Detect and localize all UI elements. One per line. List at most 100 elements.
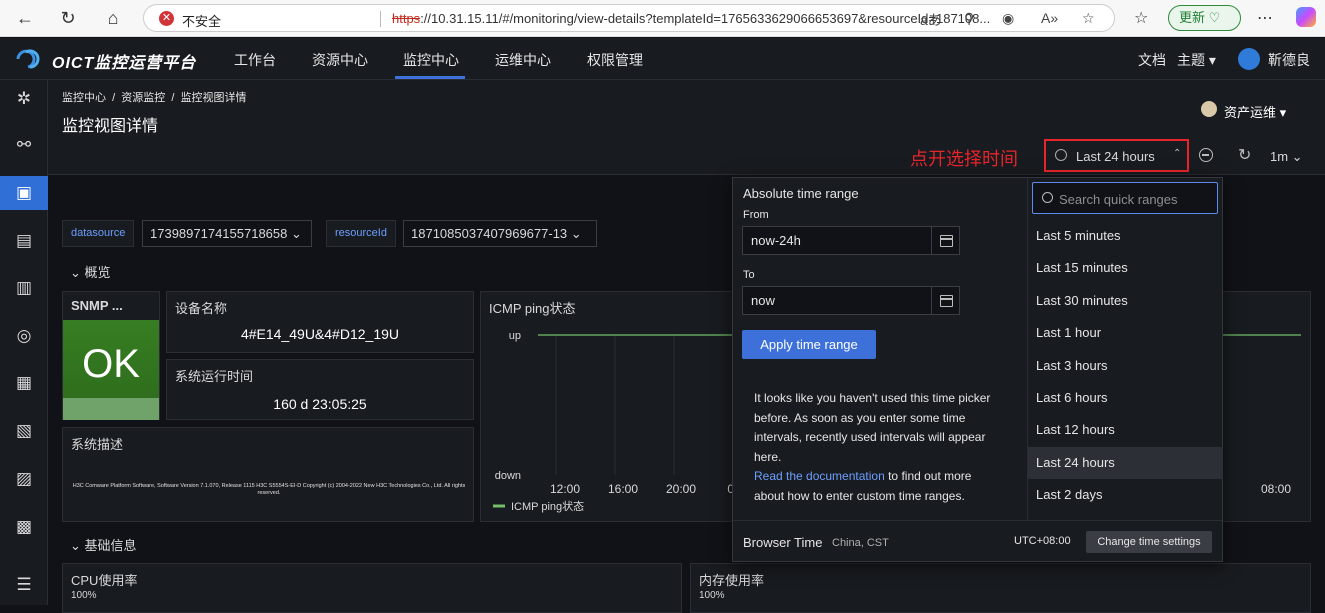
role-avatar [1201,101,1217,117]
to-input[interactable]: now [742,286,932,315]
refresh-icon[interactable]: ↻ [1238,145,1251,165]
zoom-icon[interactable]: ⚲ [964,10,974,27]
left-sidebar: ✲ ⚯ ▣ ▤ ▥ ◎ ▦ ▧ ▨ ▩ ☰ [0,80,48,605]
home-icon[interactable]: ⌂ [100,5,126,31]
time-range-button[interactable]: Last 24 hours ⌃ [1044,139,1189,172]
quick-range-item[interactable]: Last 12 hours [1028,414,1223,446]
row-title: 概览 [84,265,111,280]
nav-workbench[interactable]: 工作台 [234,50,276,70]
quick-range-item[interactable]: Last 15 minutes [1028,252,1223,284]
documentation-link[interactable]: Read the documentation [754,469,885,483]
logo-icon [16,49,40,69]
role-dropdown[interactable]: 资产运维 ▾ [1224,102,1286,121]
row-basic-info[interactable]: ⌄ 基础信息 [70,535,137,554]
favorite-star-icon[interactable]: ☆ [1082,10,1095,27]
quick-ranges-section: Last 5 minutesLast 15 minutesLast 30 min… [1027,178,1223,520]
quick-range-item[interactable]: Last 2 days [1028,479,1223,511]
more-menu-icon[interactable]: ⋯ [1257,8,1273,28]
variable-select-resourceid[interactable]: 1871085037407969677-13 ⌄ [403,220,597,247]
page-header: 监控中心 / 资源监控 / 监控视图详情 监控视图详情 资产运维 ▾ 点开选择时… [48,80,1325,175]
quick-range-item[interactable]: Last 1 hour [1028,317,1223,349]
system-description-value: H3C Comware Platform Software, Software … [72,483,466,496]
not-secure-label: 不安全 [182,14,222,29]
x-tick-label: 16:00 [608,482,638,496]
breadcrumb: 监控中心 / 资源监控 / 监控视图详情 [62,92,247,104]
report-icon[interactable]: ▥ [0,271,48,305]
nav-resources[interactable]: 资源中心 [312,50,368,70]
chevron-up-icon: ⌃ [1173,148,1182,159]
favorites-icon[interactable]: ☆ [1134,8,1148,28]
chart-board-icon[interactable]: ▤ [0,224,48,258]
address-bar[interactable]: ✕ 不安全 https://10.31.15.11/#/monitoring/v… [143,4,1115,32]
row-overview[interactable]: ⌄ 概览 [70,262,111,281]
zoom-out-icon[interactable] [1199,148,1213,162]
search-input[interactable] [1059,189,1209,209]
panel-title: 内存使用率 [699,573,765,588]
gear-icon[interactable]: ✲ [0,82,48,116]
row-title: 基础信息 [84,538,137,553]
panel-title: 设备名称 [175,301,228,316]
time-picker-popup: Absolute time range From now-24h To now … [732,177,1223,562]
docs-link[interactable]: 文档 [1138,50,1166,70]
quick-range-item[interactable]: Last 30 minutes [1028,285,1223,317]
variable-select-datasource[interactable]: 1739897174155718658 ⌄ [142,220,312,247]
theme-dropdown[interactable]: 主题 ▾ [1177,50,1216,70]
nav-permissions[interactable]: 权限管理 [587,50,643,70]
read-mode-icon[interactable]: A» [1041,10,1058,26]
quick-range-item[interactable]: Last 3 hours [1028,350,1223,382]
breadcrumb-item[interactable]: 资源监控 [121,92,165,104]
user-name[interactable]: 靳德良 [1268,50,1310,70]
quick-range-search[interactable] [1032,182,1218,214]
share-icon[interactable]: ⚯ [0,128,48,162]
apply-time-range-button[interactable]: Apply time range [742,330,876,359]
nav-monitoring[interactable]: 监控中心 [403,50,459,70]
mem-partial-value: 100% [699,590,725,601]
active-nav-indicator [395,76,465,79]
url-path: ://10.31.15.11/#/monitoring/view-details… [420,11,991,26]
update-label: 更新 [1179,10,1206,25]
url-text[interactable]: https://10.31.15.11/#/monitoring/view-de… [392,11,1052,26]
read-aloud-icon[interactable]: aあ [920,10,942,30]
nav-operations[interactable]: 运维中心 [495,50,551,70]
edge-sync-icon[interactable]: ◉ [1002,10,1014,27]
interval-label: 1m [1270,149,1289,164]
quick-range-item[interactable]: Last 24 hours [1028,446,1223,479]
quick-range-item[interactable]: Last 6 hours [1028,382,1223,414]
breadcrumb-item[interactable]: 监控中心 [62,92,106,104]
device-name-value: 4#E14_49U&4#D12_19U [240,326,399,342]
breadcrumb-item: 监控视图详情 [180,92,247,104]
calendar-icon[interactable] [931,286,960,315]
calendar-icon[interactable] [931,226,960,255]
y-tick-label: down [495,470,521,482]
panel-device-name: 设备名称 4#E14_49U&4#D12_19U [166,291,474,353]
browser-time-zone: China, CST [832,537,889,549]
layout-icon[interactable]: ▧ [0,414,48,448]
menu-toggle-icon[interactable]: ☰ [0,568,48,602]
variable-label-resourceid: resourceId [326,220,396,247]
variable-label-datasource: datasource [62,220,135,247]
back-icon[interactable]: ← [12,5,38,31]
utc-offset: UTC+08:00 [1014,535,1071,547]
url-protocol: https [392,11,421,26]
change-time-settings-button[interactable]: Change time settings [1086,531,1212,553]
search-icon [1042,192,1053,203]
variable-value: 1739897174155718658 [150,226,288,241]
monitor-view-icon[interactable]: ▣ [0,176,48,210]
security-icon[interactable]: ◎ [0,319,48,353]
quick-range-item[interactable]: Last 5 minutes [1028,220,1223,252]
hint-text: It looks like you haven't used this time… [754,391,991,464]
update-button[interactable]: 更新 ♡ [1168,5,1241,31]
from-input[interactable]: now-24h [742,226,932,255]
sparkline [63,398,159,420]
user-avatar[interactable] [1238,48,1260,70]
refresh-interval-dropdown[interactable]: 1m ⌄ [1270,149,1303,165]
alert-icon[interactable]: ▦ [0,366,48,400]
app-header: OICT监控运营平台 工作台 资源中心 监控中心 运维中心 权限管理 文档 主题… [0,38,1325,80]
dashboard-icon[interactable]: ▩ [0,510,48,544]
device-icon[interactable]: ▨ [0,462,48,496]
address-separator [380,11,381,27]
reload-icon[interactable]: ↻ [55,5,81,31]
panel-title: SNMP ... [71,298,123,313]
logo-text: OICT监控运营平台 [52,55,197,72]
copilot-icon[interactable] [1296,7,1316,27]
